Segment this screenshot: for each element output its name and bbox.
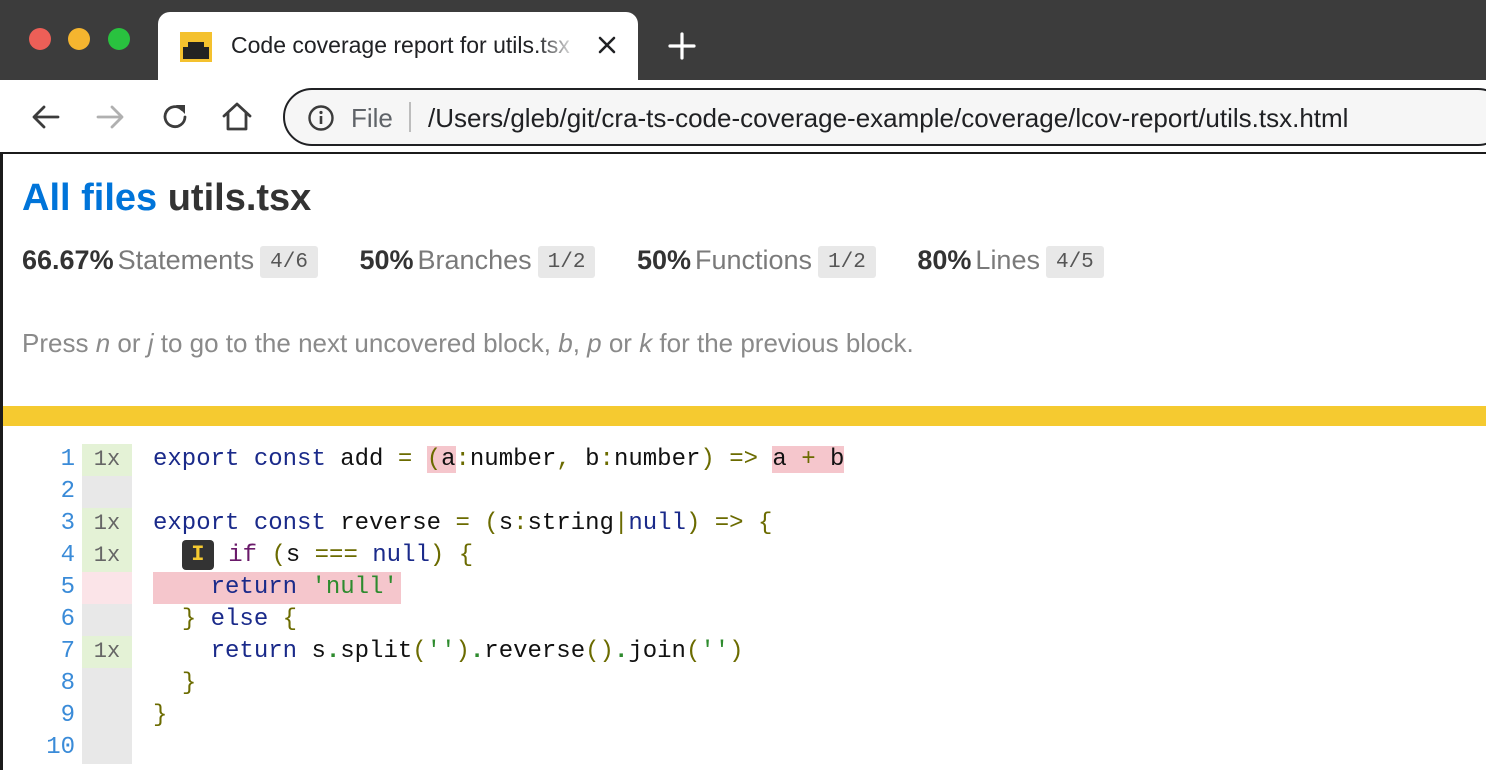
hint-key: n: [95, 328, 111, 358]
code-line: 9 }: [3, 700, 1486, 732]
info-icon[interactable]: [307, 104, 335, 132]
hit-count: 1x: [82, 508, 132, 540]
page-content: All files utils.tsx 66.67% Statements 4/6 …: [0, 154, 1486, 770]
line-source: return 'null': [210, 574, 398, 601]
page-title: All files utils.tsx: [22, 177, 311, 220]
line-number-link[interactable]: 4: [3, 540, 75, 572]
code-line: 3 1x export const reverse = (s:string|nu…: [3, 508, 1486, 540]
stat-percent: 50%: [636, 245, 691, 275]
code-line: 8 }: [3, 668, 1486, 700]
hint-key: p: [587, 328, 602, 358]
tab-title: Code coverage report for utils.tsx: [231, 32, 570, 58]
stat-label: Lines: [975, 245, 1040, 275]
stat-percent: 66.67%: [22, 245, 114, 275]
minimize-window-button[interactable]: [68, 28, 90, 50]
close-icon[interactable]: [592, 30, 622, 60]
hint-text: or: [110, 328, 148, 358]
code-line: 1 1x export const add = (a:number, b:num…: [3, 444, 1486, 476]
stat-fraction: 1/2: [818, 246, 876, 278]
line-source: I if (s === null) {: [153, 540, 473, 572]
maximize-window-button[interactable]: [108, 28, 130, 50]
hint-key: k: [639, 328, 653, 358]
stat-functions: 50% Functions 1/2: [637, 245, 876, 278]
code-listing: 1 1x export const add = (a:number, b:num…: [3, 444, 1486, 764]
address-divider: [409, 102, 411, 132]
uncovered-function: (a: [426, 446, 456, 473]
hint-text: for the previous block.: [652, 328, 914, 358]
browser-tab-bar: Code coverage report for utils.tsx: [0, 0, 1486, 80]
browser-tab-active[interactable]: Code coverage report for utils.tsx: [158, 12, 638, 80]
close-window-button[interactable]: [29, 28, 51, 50]
hit-count: [82, 732, 132, 764]
line-number-link[interactable]: 6: [3, 604, 75, 636]
breadcrumb-file-name: utils.tsx: [167, 177, 312, 219]
line-source: export const reverse = (s:string|null) =…: [153, 510, 773, 537]
hit-count: [82, 572, 132, 604]
forward-arrow-icon[interactable]: [93, 100, 127, 134]
code-line: 4 1x I if (s === null) {: [3, 540, 1486, 572]
code-line: 7 1x return s.split('').reverse().join('…: [3, 636, 1486, 668]
stat-statements: 66.67% Statements 4/6: [22, 245, 318, 278]
favicon-icon: [180, 32, 212, 62]
breadcrumb-all-files-link[interactable]: All files: [22, 177, 157, 219]
stat-branches: 50% Branches 1/2: [359, 245, 596, 278]
code-line: 10: [3, 732, 1486, 764]
stat-fraction: 4/5: [1045, 246, 1104, 278]
address-scheme-label: File: [351, 103, 393, 133]
hit-count: 1x: [82, 540, 132, 572]
line-number-link[interactable]: 5: [3, 572, 75, 604]
hint-text: Press: [22, 328, 96, 358]
code-line: 6 } else {: [3, 604, 1486, 636]
line-number-link[interactable]: 8: [3, 668, 75, 700]
stat-label: Functions: [694, 245, 813, 275]
stat-lines: 80% Lines 4/5: [917, 245, 1104, 278]
line-source: export const add = (a:number, b:number) …: [153, 446, 845, 473]
keyboard-hint: Press n or j to go to the next uncovered…: [22, 328, 914, 359]
stat-label: Branches: [417, 245, 532, 275]
hint-text: ,: [572, 328, 588, 358]
hint-text: or: [601, 328, 640, 358]
line-source: }: [153, 702, 168, 729]
line-source: }: [181, 670, 197, 697]
line-number-link[interactable]: 9: [3, 700, 75, 732]
stat-fraction: 4/6: [260, 246, 318, 278]
line-source: return s.split('').reverse().join(''): [210, 638, 744, 665]
back-arrow-icon[interactable]: [29, 100, 63, 134]
hit-count: [82, 604, 132, 636]
line-number-link[interactable]: 7: [3, 636, 75, 668]
hit-count: 1x: [82, 444, 132, 476]
hint-text: to go to the next uncovered block,: [153, 328, 559, 358]
coverage-status-bar: [3, 406, 1486, 426]
hit-count: [82, 668, 132, 700]
uncovered-statement: a + b: [772, 446, 845, 473]
hit-count: [82, 700, 132, 732]
reload-icon[interactable]: [158, 100, 192, 134]
code-line-uncovered: 5 return 'null': [3, 572, 1486, 604]
code-line: 2: [3, 476, 1486, 508]
hit-count: 1x: [82, 636, 132, 668]
home-icon[interactable]: [220, 100, 254, 134]
stat-percent: 80%: [917, 245, 972, 275]
stat-fraction: 1/2: [537, 246, 596, 278]
stat-percent: 50%: [359, 245, 414, 275]
hint-key: b: [558, 328, 573, 358]
line-number-link[interactable]: 2: [3, 476, 75, 508]
stat-label: Statements: [117, 245, 255, 275]
line-number-link[interactable]: 10: [3, 732, 75, 764]
line-number-link[interactable]: 3: [3, 508, 75, 540]
line-source: } else {: [181, 606, 298, 633]
line-number-link[interactable]: 1: [3, 444, 75, 476]
browser-toolbar: File /Users/gleb/git/cra-ts-code-coverag…: [0, 80, 1486, 154]
coverage-summary: 66.67% Statements 4/6 50% Branches 1/2 50% Fu…: [22, 245, 1138, 278]
branch-not-taken-badge: I: [181, 540, 214, 570]
hit-count: [82, 476, 132, 508]
address-bar[interactable]: File /Users/gleb/git/cra-ts-code-coverag…: [283, 88, 1486, 146]
address-url[interactable]: /Users/gleb/git/cra-ts-code-coverage-exa…: [428, 103, 1348, 134]
plus-icon[interactable]: [666, 30, 698, 62]
